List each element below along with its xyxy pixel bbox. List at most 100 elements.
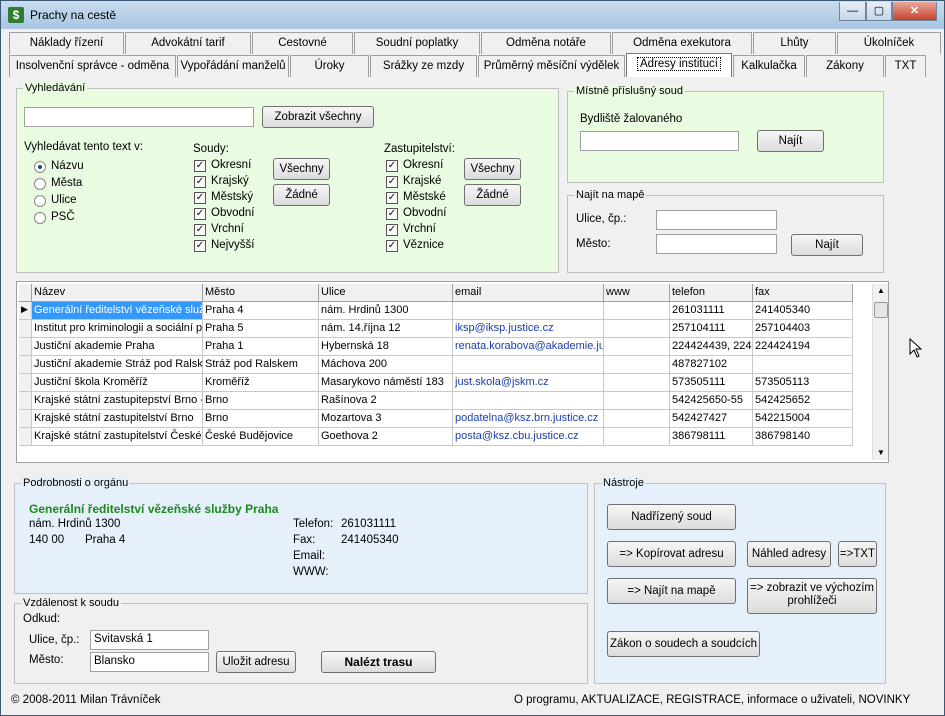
save-address-button[interactable]: Uložit adresu <box>216 651 296 673</box>
radio-street[interactable] <box>34 195 46 207</box>
courts-none-button[interactable]: Žádné <box>273 184 330 206</box>
court-krajsky-checkbox[interactable]: ✓ <box>194 176 206 188</box>
table-cell[interactable]: 257104403 <box>753 320 853 338</box>
open-in-browser-button[interactable]: => zobrazit ve výchozím prohlížeči <box>747 578 877 614</box>
table-cell[interactable]: Generální ředitelství vězeňské služby Pr… <box>32 302 203 320</box>
tab-lhuty[interactable]: Lhůty <box>753 32 836 54</box>
row-selector[interactable]: ▶ <box>19 302 32 320</box>
table-cell[interactable] <box>753 356 853 374</box>
table-cell[interactable] <box>604 356 670 374</box>
col-header-city[interactable]: Město <box>203 284 319 302</box>
row-selector[interactable] <box>19 356 32 374</box>
table-cell[interactable]: Justiční akademie Stráž pod Ralskem <box>32 356 203 374</box>
map-city-input[interactable] <box>656 234 777 254</box>
find-on-map-button[interactable]: => Najít na mapě <box>607 578 736 604</box>
table-cell[interactable]: Máchova 200 <box>319 356 453 374</box>
table-cell[interactable]: Kroměříž <box>203 374 319 392</box>
table-cell[interactable]: nám. 14.října 12 <box>319 320 453 338</box>
col-header-name[interactable]: Název <box>32 284 203 302</box>
table-cell[interactable]: Praha 4 <box>203 302 319 320</box>
distance-street-input[interactable]: Svitavská 1 <box>90 630 209 650</box>
tab-soudni-poplatky[interactable]: Soudní poplatky <box>354 32 480 54</box>
scroll-up-icon[interactable]: ▲ <box>873 284 889 298</box>
pros-vrchni-checkbox[interactable]: ✓ <box>386 224 398 236</box>
tab-prumerny-vydelek[interactable]: Průměrný měsíční výdělek <box>478 55 625 77</box>
map-street-input[interactable] <box>656 210 777 230</box>
local-court-find-button[interactable]: Najít <box>757 130 824 152</box>
table-cell[interactable] <box>453 356 604 374</box>
table-cell[interactable]: 487827102 <box>670 356 753 374</box>
pros-obvodni-checkbox[interactable]: ✓ <box>386 208 398 220</box>
superior-court-button[interactable]: Nadřízený soud <box>607 504 736 530</box>
table-cell[interactable]: Brno <box>203 392 319 410</box>
table-cell[interactable]: 573505113 <box>753 374 853 392</box>
tab-ukolnicek[interactable]: Úkolníček <box>837 32 941 54</box>
table-cell[interactable]: Justiční škola Kroměříž <box>32 374 203 392</box>
table-scrollbar[interactable]: ▲ ▼ <box>872 284 888 460</box>
col-header-www[interactable]: www <box>604 284 670 302</box>
radio-zip[interactable] <box>34 212 46 224</box>
defendant-residence-input[interactable] <box>580 131 739 151</box>
prosecutors-none-button[interactable]: Žádné <box>464 184 521 206</box>
table-cell[interactable]: Mozartova 3 <box>319 410 453 428</box>
institutions-table[interactable]: Název Město Ulice email www telefon fax … <box>16 281 889 463</box>
tab-adresy-instituci[interactable]: Adresy institucí <box>626 53 732 77</box>
tab-srazky-ze-mzdy[interactable]: Srážky ze mzdy <box>370 55 477 77</box>
col-header-email[interactable]: email <box>453 284 604 302</box>
minimize-button[interactable]: — <box>839 2 866 21</box>
table-cell[interactable]: iksp@iksp.justice.cz <box>453 320 604 338</box>
table-cell[interactable]: 261031111 <box>670 302 753 320</box>
table-cell[interactable] <box>453 302 604 320</box>
tab-txt[interactable]: TXT <box>885 55 926 77</box>
pros-okresni-checkbox[interactable]: ✓ <box>386 160 398 172</box>
table-cell[interactable] <box>604 374 670 392</box>
table-cell[interactable]: Rašínova 2 <box>319 392 453 410</box>
tab-odmena-exekutora[interactable]: Odměna exekutora <box>612 32 752 54</box>
radio-city[interactable] <box>34 178 46 190</box>
table-cell[interactable]: just.skola@jskm.cz <box>453 374 604 392</box>
table-cell[interactable]: 224424194 <box>753 338 853 356</box>
close-button[interactable]: ✕ <box>892 2 937 21</box>
map-find-button[interactable]: Najít <box>791 234 863 256</box>
table-cell[interactable]: podatelna@ksz.brn.justice.cz <box>453 410 604 428</box>
preview-address-button[interactable]: Náhled adresy <box>747 541 831 567</box>
search-input[interactable] <box>24 107 254 127</box>
tab-vyporadani-manzelu[interactable]: Vypořádání manželů <box>177 55 289 77</box>
distance-city-input[interactable]: Blansko <box>90 652 209 672</box>
table-cell[interactable]: 542427427 <box>670 410 753 428</box>
table-cell[interactable]: renata.korabova@akademie.justice.cz <box>453 338 604 356</box>
tab-odmena-notare[interactable]: Odměna notáře <box>481 32 611 54</box>
court-mestsky-checkbox[interactable]: ✓ <box>194 192 206 204</box>
col-header-street[interactable]: Ulice <box>319 284 453 302</box>
table-cell[interactable]: 542425652 <box>753 392 853 410</box>
table-cell[interactable]: Krajské státní zastupitelství České Budě… <box>32 428 203 446</box>
col-header-phone[interactable]: telefon <box>670 284 753 302</box>
courts-all-button[interactable]: Všechny <box>273 158 330 180</box>
copy-address-button[interactable]: => Kopírovat adresu <box>607 541 736 567</box>
pros-mestske-checkbox[interactable]: ✓ <box>386 192 398 204</box>
row-selector[interactable] <box>19 410 32 428</box>
find-route-button[interactable]: Nalézt trasu <box>321 651 436 673</box>
row-selector[interactable] <box>19 320 32 338</box>
table-cell[interactable]: Masarykovo náměstí 183 <box>319 374 453 392</box>
table-cell[interactable]: Krajské státní zastupitepství Brno -pobo… <box>32 392 203 410</box>
row-selector[interactable] <box>19 428 32 446</box>
table-cell[interactable]: Hybernská 18 <box>319 338 453 356</box>
table-cell[interactable] <box>604 302 670 320</box>
table-cell[interactable]: posta@ksz.cbu.justice.cz <box>453 428 604 446</box>
about-links[interactable]: O programu, AKTUALIZACE, REGISTRACE, inf… <box>514 694 910 706</box>
tab-zakony[interactable]: Zákony <box>806 55 884 77</box>
row-selector[interactable] <box>19 338 32 356</box>
maximize-button[interactable]: ▢ <box>866 2 892 21</box>
tab-insolvencni-spravce[interactable]: Insolvenční správce - odměna <box>9 55 176 77</box>
pros-veznice-checkbox[interactable]: ✓ <box>386 240 398 252</box>
law-courts-button[interactable]: Zákon o soudech a soudcích <box>607 631 760 657</box>
table-cell[interactable] <box>604 392 670 410</box>
table-cell[interactable]: Institut pro kriminologii a sociální pre… <box>32 320 203 338</box>
table-cell[interactable] <box>604 410 670 428</box>
court-nejvyssi-checkbox[interactable]: ✓ <box>194 240 206 252</box>
tab-kalkulacka[interactable]: Kalkulačka <box>733 55 805 77</box>
table-cell[interactable]: Praha 5 <box>203 320 319 338</box>
table-cell[interactable]: 542425650-55 <box>670 392 753 410</box>
tab-naklady[interactable]: Náklady řízení <box>9 32 124 54</box>
